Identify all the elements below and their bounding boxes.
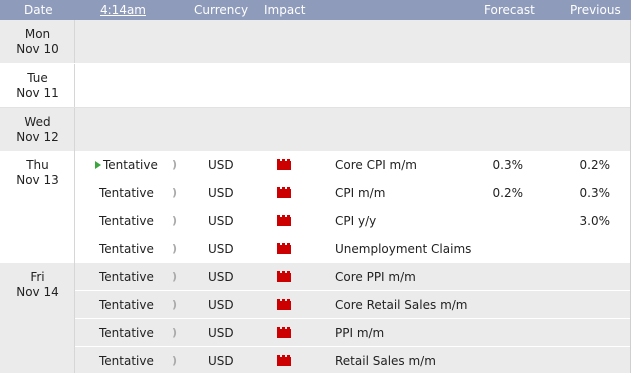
event-row[interactable]: Tentative ) USD Core CPI m/m 0.3% 0.2% <box>75 151 631 179</box>
event-forecast: 0.2% <box>492 186 524 200</box>
high-impact-icon <box>277 327 291 338</box>
event-time: Tentative <box>99 326 154 340</box>
day-of-week: Fri <box>30 270 45 284</box>
event-currency: USD <box>208 214 234 228</box>
date-cell: Wed Nov 12 <box>0 108 75 151</box>
play-icon[interactable] <box>95 161 101 169</box>
day-row-wed: Wed Nov 12 <box>0 108 631 151</box>
event-currency: USD <box>208 354 234 368</box>
date-cell: Tue Nov 11 <box>0 64 75 108</box>
sound-icon[interactable]: ) <box>172 214 177 227</box>
event-name[interactable]: CPI y/y <box>335 214 376 228</box>
event-currency: USD <box>208 298 234 312</box>
calendar-header: Date 4:14am Currency Impact Forecast Pre… <box>0 0 631 20</box>
day-row-thu: Thu Nov 13 Tentative ) USD Core CPI m/m … <box>0 151 631 263</box>
high-impact-icon <box>277 243 291 254</box>
sound-icon[interactable]: ) <box>172 270 177 283</box>
day-of-week: Thu <box>26 158 49 172</box>
event-name[interactable]: Core CPI m/m <box>335 158 417 172</box>
header-impact: Impact <box>264 3 306 17</box>
date-cell: Thu Nov 13 <box>0 151 75 263</box>
event-currency: USD <box>208 242 234 256</box>
header-date: Date <box>24 3 53 17</box>
header-currency: Currency <box>194 3 249 17</box>
sound-icon[interactable]: ) <box>172 354 177 367</box>
event-row[interactable]: Tentative ) USD PPI m/m <box>75 319 631 347</box>
high-impact-icon <box>277 355 291 366</box>
event-currency: USD <box>208 186 234 200</box>
event-currency: USD <box>208 158 234 172</box>
event-time: Tentative <box>103 158 158 172</box>
day-row-mon: Mon Nov 10 <box>0 20 631 64</box>
day-of-week: Tue <box>27 71 48 85</box>
event-time: Tentative <box>99 242 154 256</box>
sound-icon[interactable]: ) <box>172 326 177 339</box>
day-date: Nov 12 <box>16 130 59 144</box>
event-time: Tentative <box>99 186 154 200</box>
day-date: Nov 14 <box>16 285 59 299</box>
day-date: Nov 10 <box>16 42 59 56</box>
event-time: Tentative <box>99 214 154 228</box>
event-row[interactable]: Tentative ) USD Retail Sales m/m <box>75 347 631 375</box>
date-cell: Mon Nov 10 <box>0 20 75 64</box>
sound-icon[interactable]: ) <box>172 158 177 171</box>
event-name[interactable]: Core Retail Sales m/m <box>335 298 468 312</box>
date-cell: Fri Nov 14 <box>0 263 75 373</box>
day-row-fri: Fri Nov 14 Tentative ) USD Core PPI m/m … <box>0 263 631 373</box>
event-row[interactable]: Tentative ) USD Core PPI m/m <box>75 263 631 291</box>
event-row[interactable]: Tentative ) USD CPI y/y 3.0% <box>75 207 631 235</box>
high-impact-icon <box>277 187 291 198</box>
event-row[interactable]: Tentative ) USD Core Retail Sales m/m <box>75 291 631 319</box>
event-name[interactable]: Unemployment Claims <box>335 242 471 256</box>
sound-icon[interactable]: ) <box>172 298 177 311</box>
event-row[interactable]: Tentative ) USD Unemployment Claims <box>75 235 631 263</box>
event-previous: 0.3% <box>579 186 611 200</box>
economic-calendar: Date 4:14am Currency Impact Forecast Pre… <box>0 0 631 373</box>
high-impact-icon <box>277 215 291 226</box>
sound-icon[interactable]: ) <box>172 186 177 199</box>
event-name[interactable]: Retail Sales m/m <box>335 354 436 368</box>
event-previous: 3.0% <box>579 214 611 228</box>
day-date: Nov 11 <box>16 86 59 100</box>
high-impact-icon <box>277 299 291 310</box>
header-time-link[interactable]: 4:14am <box>100 3 146 17</box>
event-name[interactable]: Core PPI m/m <box>335 270 416 284</box>
high-impact-icon <box>277 159 291 170</box>
day-row-tue: Tue Nov 11 <box>0 64 631 108</box>
event-name[interactable]: PPI m/m <box>335 326 384 340</box>
event-row[interactable]: Tentative ) USD CPI m/m 0.2% 0.3% <box>75 179 631 207</box>
event-forecast: 0.3% <box>492 158 524 172</box>
event-currency: USD <box>208 270 234 284</box>
day-date: Nov 13 <box>16 173 59 187</box>
day-of-week: Wed <box>24 115 51 129</box>
event-currency: USD <box>208 326 234 340</box>
day-of-week: Mon <box>24 27 51 41</box>
high-impact-icon <box>277 271 291 282</box>
header-forecast: Forecast <box>484 3 535 17</box>
event-time: Tentative <box>99 298 154 312</box>
event-name[interactable]: CPI m/m <box>335 186 385 200</box>
sound-icon[interactable]: ) <box>172 242 177 255</box>
event-previous: 0.2% <box>579 158 611 172</box>
event-time: Tentative <box>99 270 154 284</box>
event-time: Tentative <box>99 354 154 368</box>
header-previous: Previous <box>570 3 621 17</box>
